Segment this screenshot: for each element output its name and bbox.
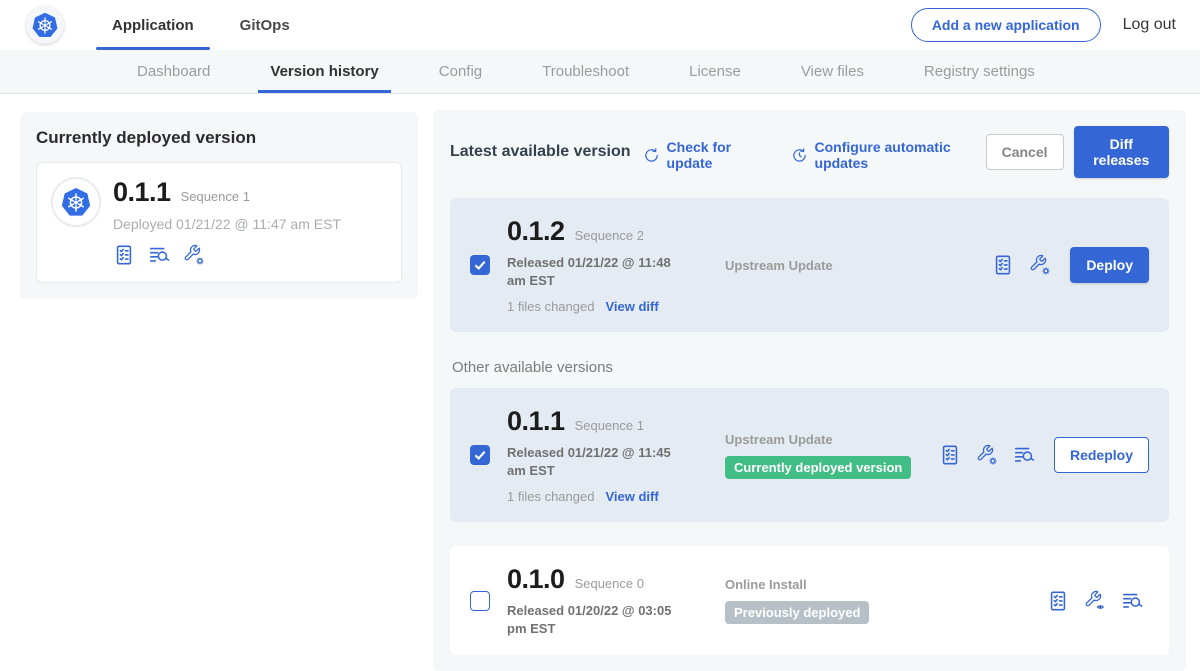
app-icon bbox=[53, 179, 99, 225]
configure-updates-label: Configure automatic updates bbox=[815, 139, 986, 171]
version-checkbox[interactable] bbox=[470, 591, 490, 611]
released-timestamp: Released 01/21/22 @ 11:45 am EST bbox=[507, 444, 692, 479]
preflight-checks-icon[interactable] bbox=[939, 444, 961, 466]
tab-version-history[interactable]: Version history bbox=[268, 50, 380, 93]
deployed-timestamp: Deployed 01/21/22 @ 11:47 am EST bbox=[113, 216, 341, 232]
version-number: 0.1.0 bbox=[507, 564, 565, 595]
released-timestamp: Released 01/21/22 @ 11:48 am EST bbox=[507, 254, 692, 289]
tab-registry-settings[interactable]: Registry settings bbox=[922, 50, 1037, 93]
files-changed-label: 1 files changed bbox=[507, 489, 594, 504]
deploy-logs-icon[interactable] bbox=[1121, 590, 1143, 612]
check-for-update-label: Check for update bbox=[667, 139, 767, 171]
diff-releases-button[interactable]: Diff releases bbox=[1074, 126, 1170, 178]
edit-config-icon[interactable] bbox=[1029, 254, 1051, 276]
deploy-button[interactable]: Deploy bbox=[1070, 247, 1149, 283]
logout-link[interactable]: Log out bbox=[1123, 16, 1176, 34]
auto-update-icon bbox=[791, 147, 808, 164]
topnav-tab-application[interactable]: Application bbox=[96, 0, 210, 50]
version-history-panel: Latest available version Check for updat… bbox=[433, 110, 1186, 671]
configure-automatic-updates-link[interactable]: Configure automatic updates bbox=[791, 139, 986, 171]
view-diff-link[interactable]: View diff bbox=[605, 489, 658, 504]
version-sequence: Sequence 2 bbox=[575, 228, 644, 243]
deployed-version-number: 0.1.1 bbox=[113, 177, 171, 208]
version-number: 0.1.2 bbox=[507, 216, 565, 247]
edit-config-icon[interactable] bbox=[976, 444, 998, 466]
preflight-checks-icon[interactable] bbox=[1047, 590, 1069, 612]
edit-config-icon[interactable] bbox=[183, 244, 205, 266]
other-versions-label: Other available versions bbox=[452, 359, 1169, 376]
deployed-sequence: Sequence 1 bbox=[181, 189, 250, 204]
topnav-tab-label: GitOps bbox=[240, 17, 290, 34]
preflight-checks-icon[interactable] bbox=[992, 254, 1014, 276]
deploy-logs-icon[interactable] bbox=[148, 244, 170, 266]
tab-troubleshoot[interactable]: Troubleshoot bbox=[540, 50, 631, 93]
version-source: Upstream Update bbox=[725, 258, 980, 273]
add-application-button[interactable]: Add a new application bbox=[911, 8, 1101, 42]
tab-dashboard[interactable]: Dashboard bbox=[135, 50, 212, 93]
version-row-0-1-2: 0.1.2 Sequence 2 Released 01/21/22 @ 11:… bbox=[450, 198, 1169, 332]
version-checkbox[interactable] bbox=[470, 255, 490, 275]
files-changed-label: 1 files changed bbox=[507, 299, 594, 314]
version-source: Upstream Update bbox=[725, 432, 927, 447]
version-sequence: Sequence 1 bbox=[575, 418, 644, 433]
released-timestamp: Released 01/20/22 @ 03:05 pm EST bbox=[507, 602, 692, 637]
tab-license[interactable]: License bbox=[687, 50, 743, 93]
cancel-button[interactable]: Cancel bbox=[986, 134, 1064, 170]
refresh-icon bbox=[643, 147, 660, 164]
deployed-version-card: 0.1.1 Sequence 1 Deployed 01/21/22 @ 11:… bbox=[36, 162, 402, 283]
topnav-tab-gitops[interactable]: GitOps bbox=[224, 0, 306, 50]
kubernetes-logo[interactable] bbox=[26, 6, 64, 44]
previously-deployed-badge: Previously deployed bbox=[725, 601, 869, 624]
currently-deployed-badge: Currently deployed version bbox=[725, 456, 911, 479]
topnav-tab-label: Application bbox=[112, 17, 194, 34]
preflight-checks-icon[interactable] bbox=[113, 244, 135, 266]
version-checkbox[interactable] bbox=[470, 445, 490, 465]
tab-config[interactable]: Config bbox=[437, 50, 484, 93]
version-row-0-1-0: 0.1.0 Sequence 0 Released 01/20/22 @ 03:… bbox=[450, 546, 1169, 655]
view-diff-link[interactable]: View diff bbox=[605, 299, 658, 314]
top-nav: Application GitOps Add a new application… bbox=[0, 0, 1200, 50]
redeploy-button[interactable]: Redeploy bbox=[1054, 437, 1149, 473]
version-number: 0.1.1 bbox=[507, 406, 565, 437]
app-subnav: Dashboard Version history Config Trouble… bbox=[0, 50, 1200, 94]
currently-deployed-panel: Currently deployed version 0.1.1 Sequenc… bbox=[20, 112, 418, 299]
tab-view-files[interactable]: View files bbox=[799, 50, 866, 93]
version-sequence: Sequence 0 bbox=[575, 576, 644, 591]
main-content: Currently deployed version 0.1.1 Sequenc… bbox=[0, 94, 1200, 634]
deploy-logs-icon[interactable] bbox=[1013, 444, 1035, 466]
latest-version-title: Latest available version bbox=[450, 143, 631, 161]
version-row-0-1-1: 0.1.1 Sequence 1 Released 01/21/22 @ 11:… bbox=[450, 388, 1169, 522]
deployed-panel-title: Currently deployed version bbox=[36, 128, 402, 148]
version-source: Online Install bbox=[725, 577, 1035, 592]
view-config-icon[interactable] bbox=[1084, 590, 1106, 612]
check-for-update-link[interactable]: Check for update bbox=[643, 139, 767, 171]
